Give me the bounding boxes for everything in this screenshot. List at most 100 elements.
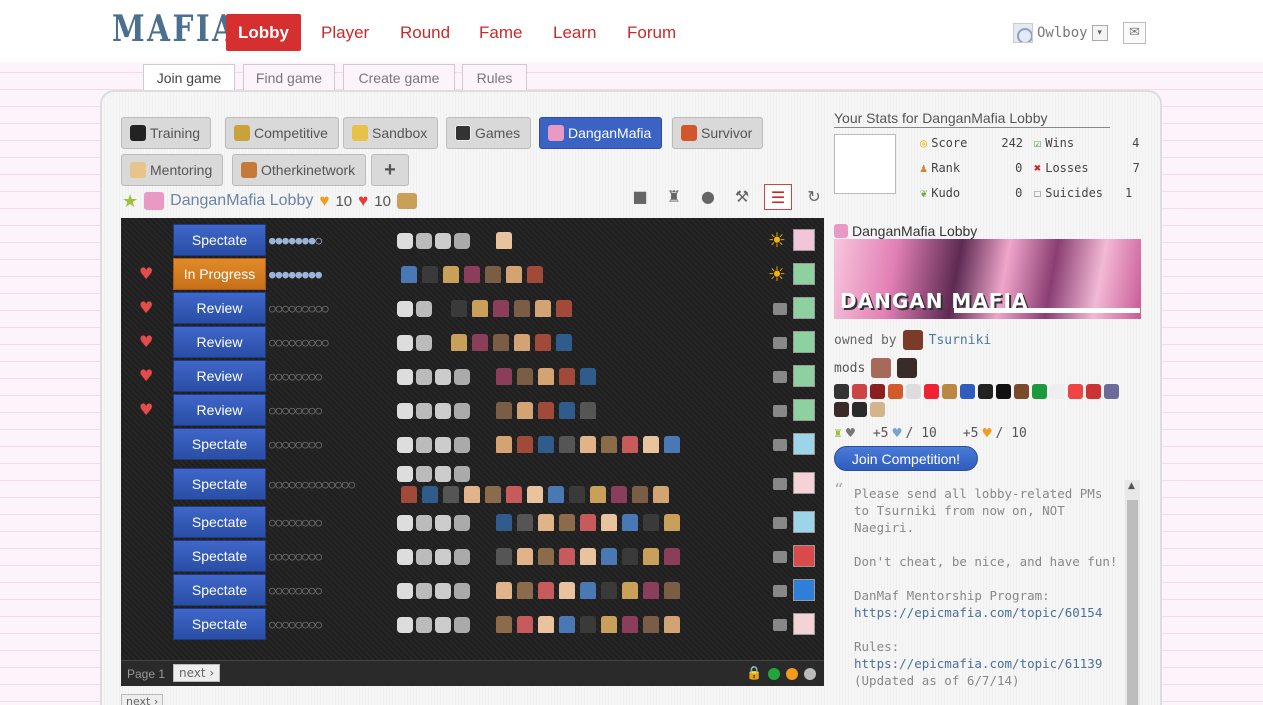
spectate-button[interactable]: Spectate: [173, 574, 266, 606]
player-avatar[interactable]: [580, 402, 596, 419]
player-avatar[interactable]: [559, 514, 575, 531]
green-filter-dot[interactable]: [768, 668, 780, 680]
host-avatar[interactable]: [793, 229, 815, 251]
player-avatar[interactable]: [643, 548, 659, 565]
player-avatar[interactable]: [517, 616, 533, 633]
player-avatar[interactable]: [580, 582, 596, 599]
review-button[interactable]: Review: [173, 394, 266, 426]
lobby-badge-icon[interactable]: [834, 402, 849, 417]
lobby-title[interactable]: DanganMafia Lobby: [170, 192, 313, 210]
spectate-button[interactable]: Spectate: [173, 224, 266, 256]
player-avatar[interactable]: [664, 514, 680, 531]
player-avatar[interactable]: [580, 548, 596, 565]
player-avatar[interactable]: [622, 548, 638, 565]
player-avatar[interactable]: [496, 368, 512, 385]
gray-filter-dot[interactable]: [804, 668, 816, 680]
role-icon[interactable]: [416, 583, 432, 599]
lobby-badge-icon[interactable]: [1104, 384, 1119, 399]
player-avatar[interactable]: [643, 582, 659, 599]
player-avatar[interactable]: [538, 368, 554, 385]
nav-lobby[interactable]: Lobby: [226, 14, 301, 51]
player-avatar[interactable]: [443, 266, 459, 283]
player-avatar[interactable]: [601, 436, 617, 453]
spectate-button[interactable]: Spectate: [173, 468, 266, 500]
role-icon[interactable]: [454, 583, 470, 599]
player-avatar[interactable]: [514, 300, 530, 317]
player-avatar[interactable]: [451, 300, 467, 317]
player-avatar[interactable]: [517, 402, 533, 419]
role-icon[interactable]: [397, 233, 413, 249]
role-icon[interactable]: [416, 549, 432, 565]
lobby-badge-icon[interactable]: [1086, 384, 1101, 399]
refresh-icon[interactable]: ↻: [802, 184, 826, 210]
next-page-button-bottom[interactable]: next ›: [121, 694, 164, 705]
role-icon[interactable]: [435, 466, 451, 482]
role-icon[interactable]: [397, 617, 413, 633]
host-avatar[interactable]: [793, 545, 815, 567]
lobby-mentoring[interactable]: Mentoring: [121, 154, 224, 186]
player-avatar[interactable]: [535, 300, 551, 317]
add-lobby-button[interactable]: +: [371, 154, 409, 186]
spectate-button[interactable]: Spectate: [173, 506, 266, 538]
lobby-badge-icon[interactable]: [924, 384, 939, 399]
role-icon[interactable]: [397, 583, 413, 599]
player-avatar[interactable]: [422, 266, 438, 283]
player-avatar[interactable]: [622, 582, 638, 599]
message-scrollbar[interactable]: ▲: [1125, 480, 1140, 705]
lobby-badge-icon[interactable]: [852, 402, 867, 417]
star-icon[interactable]: ★: [122, 191, 138, 212]
player-avatar[interactable]: [622, 616, 638, 633]
role-icon[interactable]: [435, 617, 451, 633]
join-competition-button[interactable]: Join Competition!: [834, 446, 978, 471]
spectate-button[interactable]: Spectate: [173, 608, 266, 640]
player-avatar[interactable]: [580, 616, 596, 633]
scroll-thumb[interactable]: [1127, 500, 1138, 705]
player-avatar[interactable]: [653, 486, 669, 503]
role-icon[interactable]: [454, 549, 470, 565]
player-avatar[interactable]: [622, 514, 638, 531]
spectate-button[interactable]: Spectate: [173, 540, 266, 572]
player-avatar[interactable]: [527, 486, 543, 503]
mentorship-link[interactable]: https://epicmafia.com/topic/60154: [854, 605, 1102, 620]
role-icon[interactable]: [397, 403, 413, 419]
role-icon[interactable]: [435, 583, 451, 599]
role-icon[interactable]: [416, 301, 432, 317]
player-avatar[interactable]: [472, 334, 488, 351]
role-icon[interactable]: [435, 549, 451, 565]
player-avatar[interactable]: [611, 486, 627, 503]
tab-create-game[interactable]: Create game: [343, 64, 455, 92]
user-big-avatar[interactable]: [834, 134, 896, 194]
player-avatar[interactable]: [401, 266, 417, 283]
player-avatar[interactable]: [632, 486, 648, 503]
username[interactable]: Owlboy: [1037, 25, 1088, 41]
player-avatar[interactable]: [622, 436, 638, 453]
lobby-survivor[interactable]: Survivor: [672, 117, 764, 149]
favorite-heart-icon[interactable]: ♥: [139, 300, 155, 316]
lobby-badge-icon[interactable]: [888, 384, 903, 399]
role-icon[interactable]: [397, 466, 413, 482]
player-avatar[interactable]: [556, 300, 572, 317]
favorite-heart-icon[interactable]: ♥: [139, 266, 155, 282]
player-avatar[interactable]: [422, 486, 438, 503]
review-button[interactable]: Review: [173, 326, 266, 358]
lobby-badge-icon[interactable]: [906, 384, 921, 399]
role-icon[interactable]: [435, 515, 451, 531]
role-icon[interactable]: [454, 617, 470, 633]
player-avatar[interactable]: [580, 368, 596, 385]
player-avatar[interactable]: [496, 514, 512, 531]
player-avatar[interactable]: [643, 436, 659, 453]
spectate-button[interactable]: Spectate: [173, 428, 266, 460]
player-avatar[interactable]: [496, 402, 512, 419]
next-page-button[interactable]: next ›: [173, 664, 221, 682]
player-avatar[interactable]: [535, 334, 551, 351]
lobby-badge-icon[interactable]: [834, 384, 849, 399]
favorite-heart-icon[interactable]: ♥: [139, 334, 155, 350]
player-avatar[interactable]: [517, 582, 533, 599]
host-avatar[interactable]: [793, 297, 815, 319]
player-avatar[interactable]: [472, 300, 488, 317]
review-button[interactable]: Review: [173, 360, 266, 392]
lobby-training[interactable]: Training: [121, 117, 212, 149]
lobby-sandbox[interactable]: Sandbox: [343, 117, 439, 149]
player-avatar[interactable]: [538, 548, 554, 565]
mod-avatar[interactable]: [871, 358, 892, 378]
